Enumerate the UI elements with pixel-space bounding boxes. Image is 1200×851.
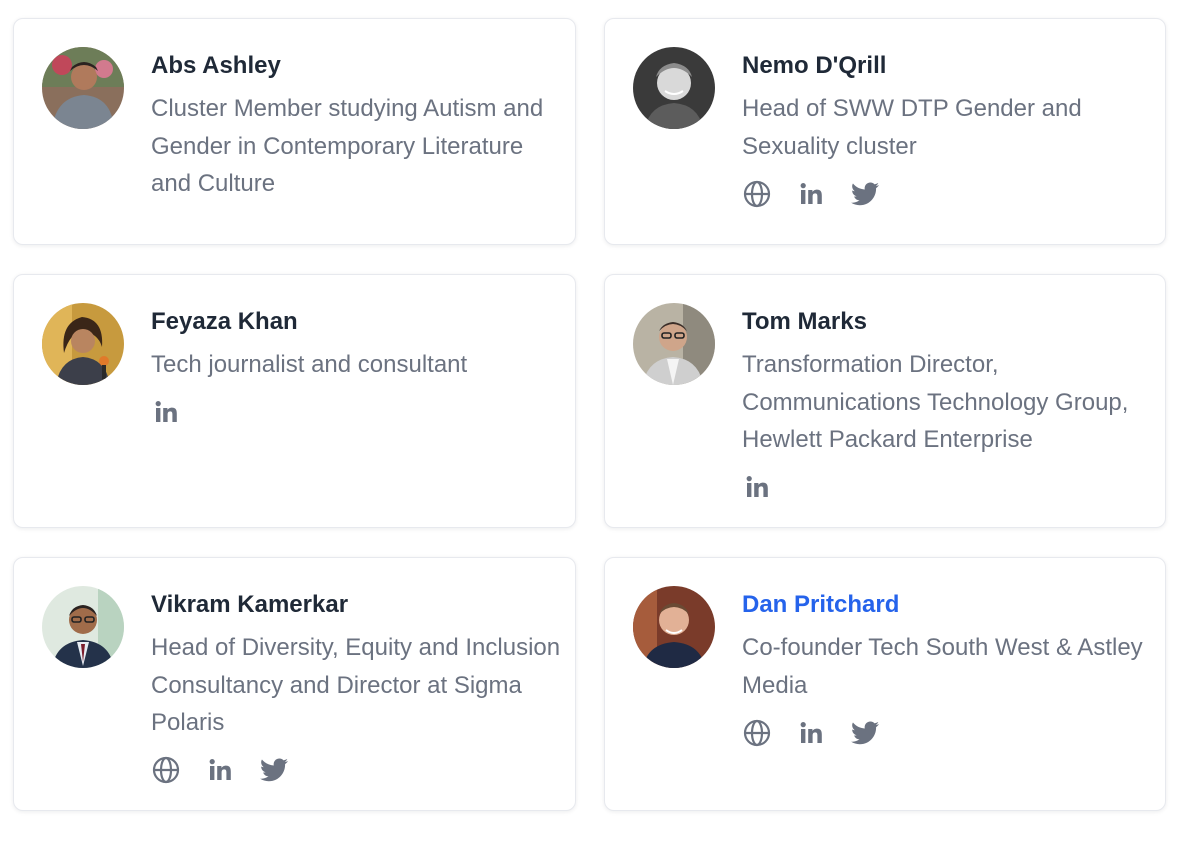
person-name: Vikram Kamerkar	[151, 591, 349, 618]
person-name: Abs Ashley	[151, 52, 281, 79]
globe-icon[interactable]	[742, 718, 772, 748]
person-bio: Head of SWW DTP Gender and Sexuality clu…	[742, 95, 1082, 160]
twitter-icon[interactable]	[850, 179, 880, 209]
person-bio: Transformation Director, Communications …	[742, 351, 1129, 453]
social-links	[742, 179, 880, 209]
person-bio: Co-founder Tech South West & Astley Medi…	[742, 634, 1143, 699]
avatar	[633, 303, 715, 385]
linkedin-icon[interactable]	[205, 755, 235, 785]
avatar	[42, 47, 124, 129]
person-card: Abs Ashley Cluster Member studying Autis…	[13, 18, 576, 245]
avatar	[633, 586, 715, 668]
linkedin-icon[interactable]	[796, 179, 826, 209]
person-card: Nemo D'Qrill Head of SWW DTP Gender and …	[604, 18, 1166, 245]
linkedin-icon[interactable]	[742, 472, 772, 502]
person-card: Tom Marks Transformation Director, Commu…	[604, 274, 1166, 528]
person-card: Feyaza Khan Tech journalist and consulta…	[13, 274, 576, 528]
social-links	[742, 472, 772, 502]
avatar	[633, 47, 715, 129]
person-card: Vikram Kamerkar Head of Diversity, Equit…	[13, 557, 576, 811]
person-bio: Tech journalist and consultant	[151, 351, 468, 378]
social-links	[151, 397, 181, 427]
twitter-icon[interactable]	[259, 755, 289, 785]
person-bio: Head of Diversity, Equity and Inclusion …	[151, 634, 561, 736]
avatar	[42, 586, 124, 668]
person-bio: Cluster Member studying Autism and Gende…	[151, 95, 544, 197]
social-links	[151, 755, 289, 785]
person-name: Tom Marks	[742, 308, 867, 335]
person-name-link[interactable]: Dan Pritchard	[742, 591, 899, 619]
linkedin-icon[interactable]	[151, 397, 181, 427]
linkedin-icon[interactable]	[796, 718, 826, 748]
person-name: Nemo D'Qrill	[742, 52, 887, 79]
avatar	[42, 303, 124, 385]
person-card: Dan Pritchard Co-founder Tech South West…	[604, 557, 1166, 811]
globe-icon[interactable]	[151, 755, 181, 785]
globe-icon[interactable]	[742, 179, 772, 209]
twitter-icon[interactable]	[850, 718, 880, 748]
person-name: Feyaza Khan	[151, 308, 298, 335]
social-links	[742, 718, 880, 748]
